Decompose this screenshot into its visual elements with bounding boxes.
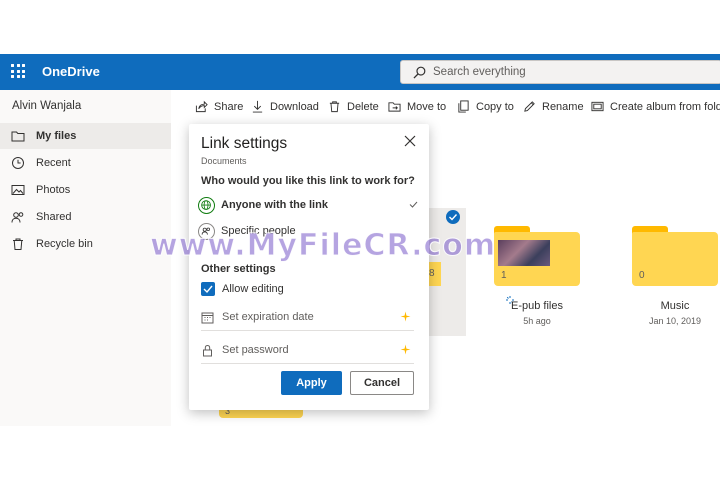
trash-icon bbox=[329, 101, 340, 113]
premium-star-icon bbox=[400, 311, 411, 322]
create-album-button[interactable]: Create album from folder bbox=[591, 100, 720, 113]
option-anyone-with-link[interactable]: Anyone with the link bbox=[196, 195, 422, 217]
lock-icon bbox=[203, 344, 212, 357]
sidebar-item-label: Photos bbox=[36, 184, 71, 196]
delete-button[interactable]: Delete bbox=[328, 100, 379, 113]
apply-button[interactable]: Apply bbox=[281, 371, 342, 395]
close-icon[interactable] bbox=[404, 135, 416, 147]
copy-to-label: Copy to bbox=[476, 100, 514, 113]
search-box[interactable] bbox=[400, 60, 720, 84]
rename-button[interactable]: Rename bbox=[523, 100, 584, 113]
sidebar-item-recycle-bin[interactable]: Recycle bin bbox=[0, 231, 171, 257]
calendar-icon bbox=[201, 312, 214, 324]
sidebar-item-label: Recycle bin bbox=[36, 238, 93, 250]
selected-check-icon[interactable] bbox=[446, 210, 460, 224]
folder-tile-music[interactable]: 0 bbox=[632, 226, 718, 286]
trash-icon bbox=[13, 238, 23, 250]
folder-count: 0 bbox=[639, 270, 645, 281]
other-settings-heading: Other settings bbox=[201, 263, 276, 275]
link-audience-question: Who would you like this link to work for… bbox=[201, 175, 415, 187]
app-bar: OneDrive bbox=[0, 54, 720, 90]
option-label: Anyone with the link bbox=[221, 199, 328, 211]
album-icon bbox=[591, 101, 604, 112]
pencil-icon bbox=[524, 101, 535, 112]
share-label: Share bbox=[214, 100, 244, 113]
search-input[interactable] bbox=[433, 66, 693, 78]
sidebar-item-label: My files bbox=[36, 130, 77, 142]
folder-count: 1 bbox=[501, 270, 507, 281]
dialog-subtitle: Documents bbox=[201, 156, 247, 166]
people-icon bbox=[198, 223, 215, 240]
folder-name[interactable]: E-pub files bbox=[494, 300, 580, 312]
folder-tile-partial[interactable]: 8 bbox=[429, 262, 441, 286]
sidebar-item-shared[interactable]: Shared bbox=[0, 204, 171, 230]
premium-star-icon bbox=[400, 344, 411, 355]
create-album-label: Create album from folder bbox=[610, 100, 720, 113]
share-icon bbox=[195, 100, 208, 113]
folder-tile-epub-files[interactable]: 1 bbox=[494, 226, 580, 286]
top-whitespace bbox=[0, 0, 720, 54]
clock-icon bbox=[12, 157, 24, 169]
password-label: Set password bbox=[222, 344, 289, 356]
user-name: Alvin Wanjala bbox=[12, 100, 82, 112]
checkmark-icon bbox=[409, 201, 418, 208]
move-to-label: Move to bbox=[407, 100, 447, 113]
sidebar-item-photos[interactable]: Photos bbox=[0, 177, 171, 203]
folder-count: 8 bbox=[429, 268, 435, 279]
option-label: Specific people bbox=[221, 225, 296, 237]
delete-label: Delete bbox=[347, 100, 379, 113]
sidebar-item-my-files[interactable]: My files bbox=[0, 123, 171, 149]
allow-editing-label[interactable]: Allow editing bbox=[222, 283, 284, 295]
dialog-title: Link settings bbox=[201, 135, 288, 152]
expiration-date-field[interactable]: Set expiration date bbox=[201, 305, 414, 331]
move-icon bbox=[388, 102, 401, 112]
app-launcher-icon[interactable] bbox=[11, 64, 25, 78]
search-icon bbox=[413, 66, 426, 79]
sidebar-item-recent[interactable]: Recent bbox=[0, 150, 171, 176]
expiration-date-label: Set expiration date bbox=[222, 311, 314, 323]
cancel-button[interactable]: Cancel bbox=[350, 371, 414, 395]
photo-icon bbox=[11, 185, 25, 195]
globe-icon bbox=[198, 197, 215, 214]
download-label: Download bbox=[270, 100, 319, 113]
download-icon bbox=[252, 100, 263, 113]
folder-name[interactable]: Music bbox=[632, 300, 718, 312]
sidebar-item-label: Recent bbox=[36, 157, 71, 169]
bottom-whitespace bbox=[0, 426, 720, 480]
checkmark-icon bbox=[203, 285, 213, 294]
folder-date: 5h ago bbox=[523, 316, 551, 326]
sidebar-item-label: Shared bbox=[36, 211, 72, 223]
copy-to-button[interactable]: Copy to bbox=[457, 100, 514, 113]
download-button[interactable]: Download bbox=[251, 100, 319, 113]
copy-icon bbox=[458, 100, 469, 113]
brand-name[interactable]: OneDrive bbox=[42, 64, 100, 79]
rename-label: Rename bbox=[542, 100, 584, 113]
link-settings-dialog: Link settings Documents Who would you li… bbox=[189, 124, 429, 410]
folder-date: Jan 10, 2019 bbox=[648, 316, 702, 326]
allow-editing-checkbox[interactable] bbox=[201, 282, 215, 296]
people-icon bbox=[11, 212, 24, 223]
folder-icon bbox=[11, 131, 25, 142]
move-to-button[interactable]: Move to bbox=[388, 100, 446, 113]
option-specific-people[interactable]: Specific people bbox=[196, 221, 422, 243]
sidebar: Alvin Wanjala My files Recent Photos Sha… bbox=[0, 90, 171, 426]
command-bar: Share Download Delete Move to Copy to Re… bbox=[171, 90, 720, 124]
share-button[interactable]: Share bbox=[195, 100, 243, 113]
password-field[interactable]: Set password bbox=[201, 338, 414, 364]
folder-preview-thumbnail bbox=[498, 240, 550, 266]
